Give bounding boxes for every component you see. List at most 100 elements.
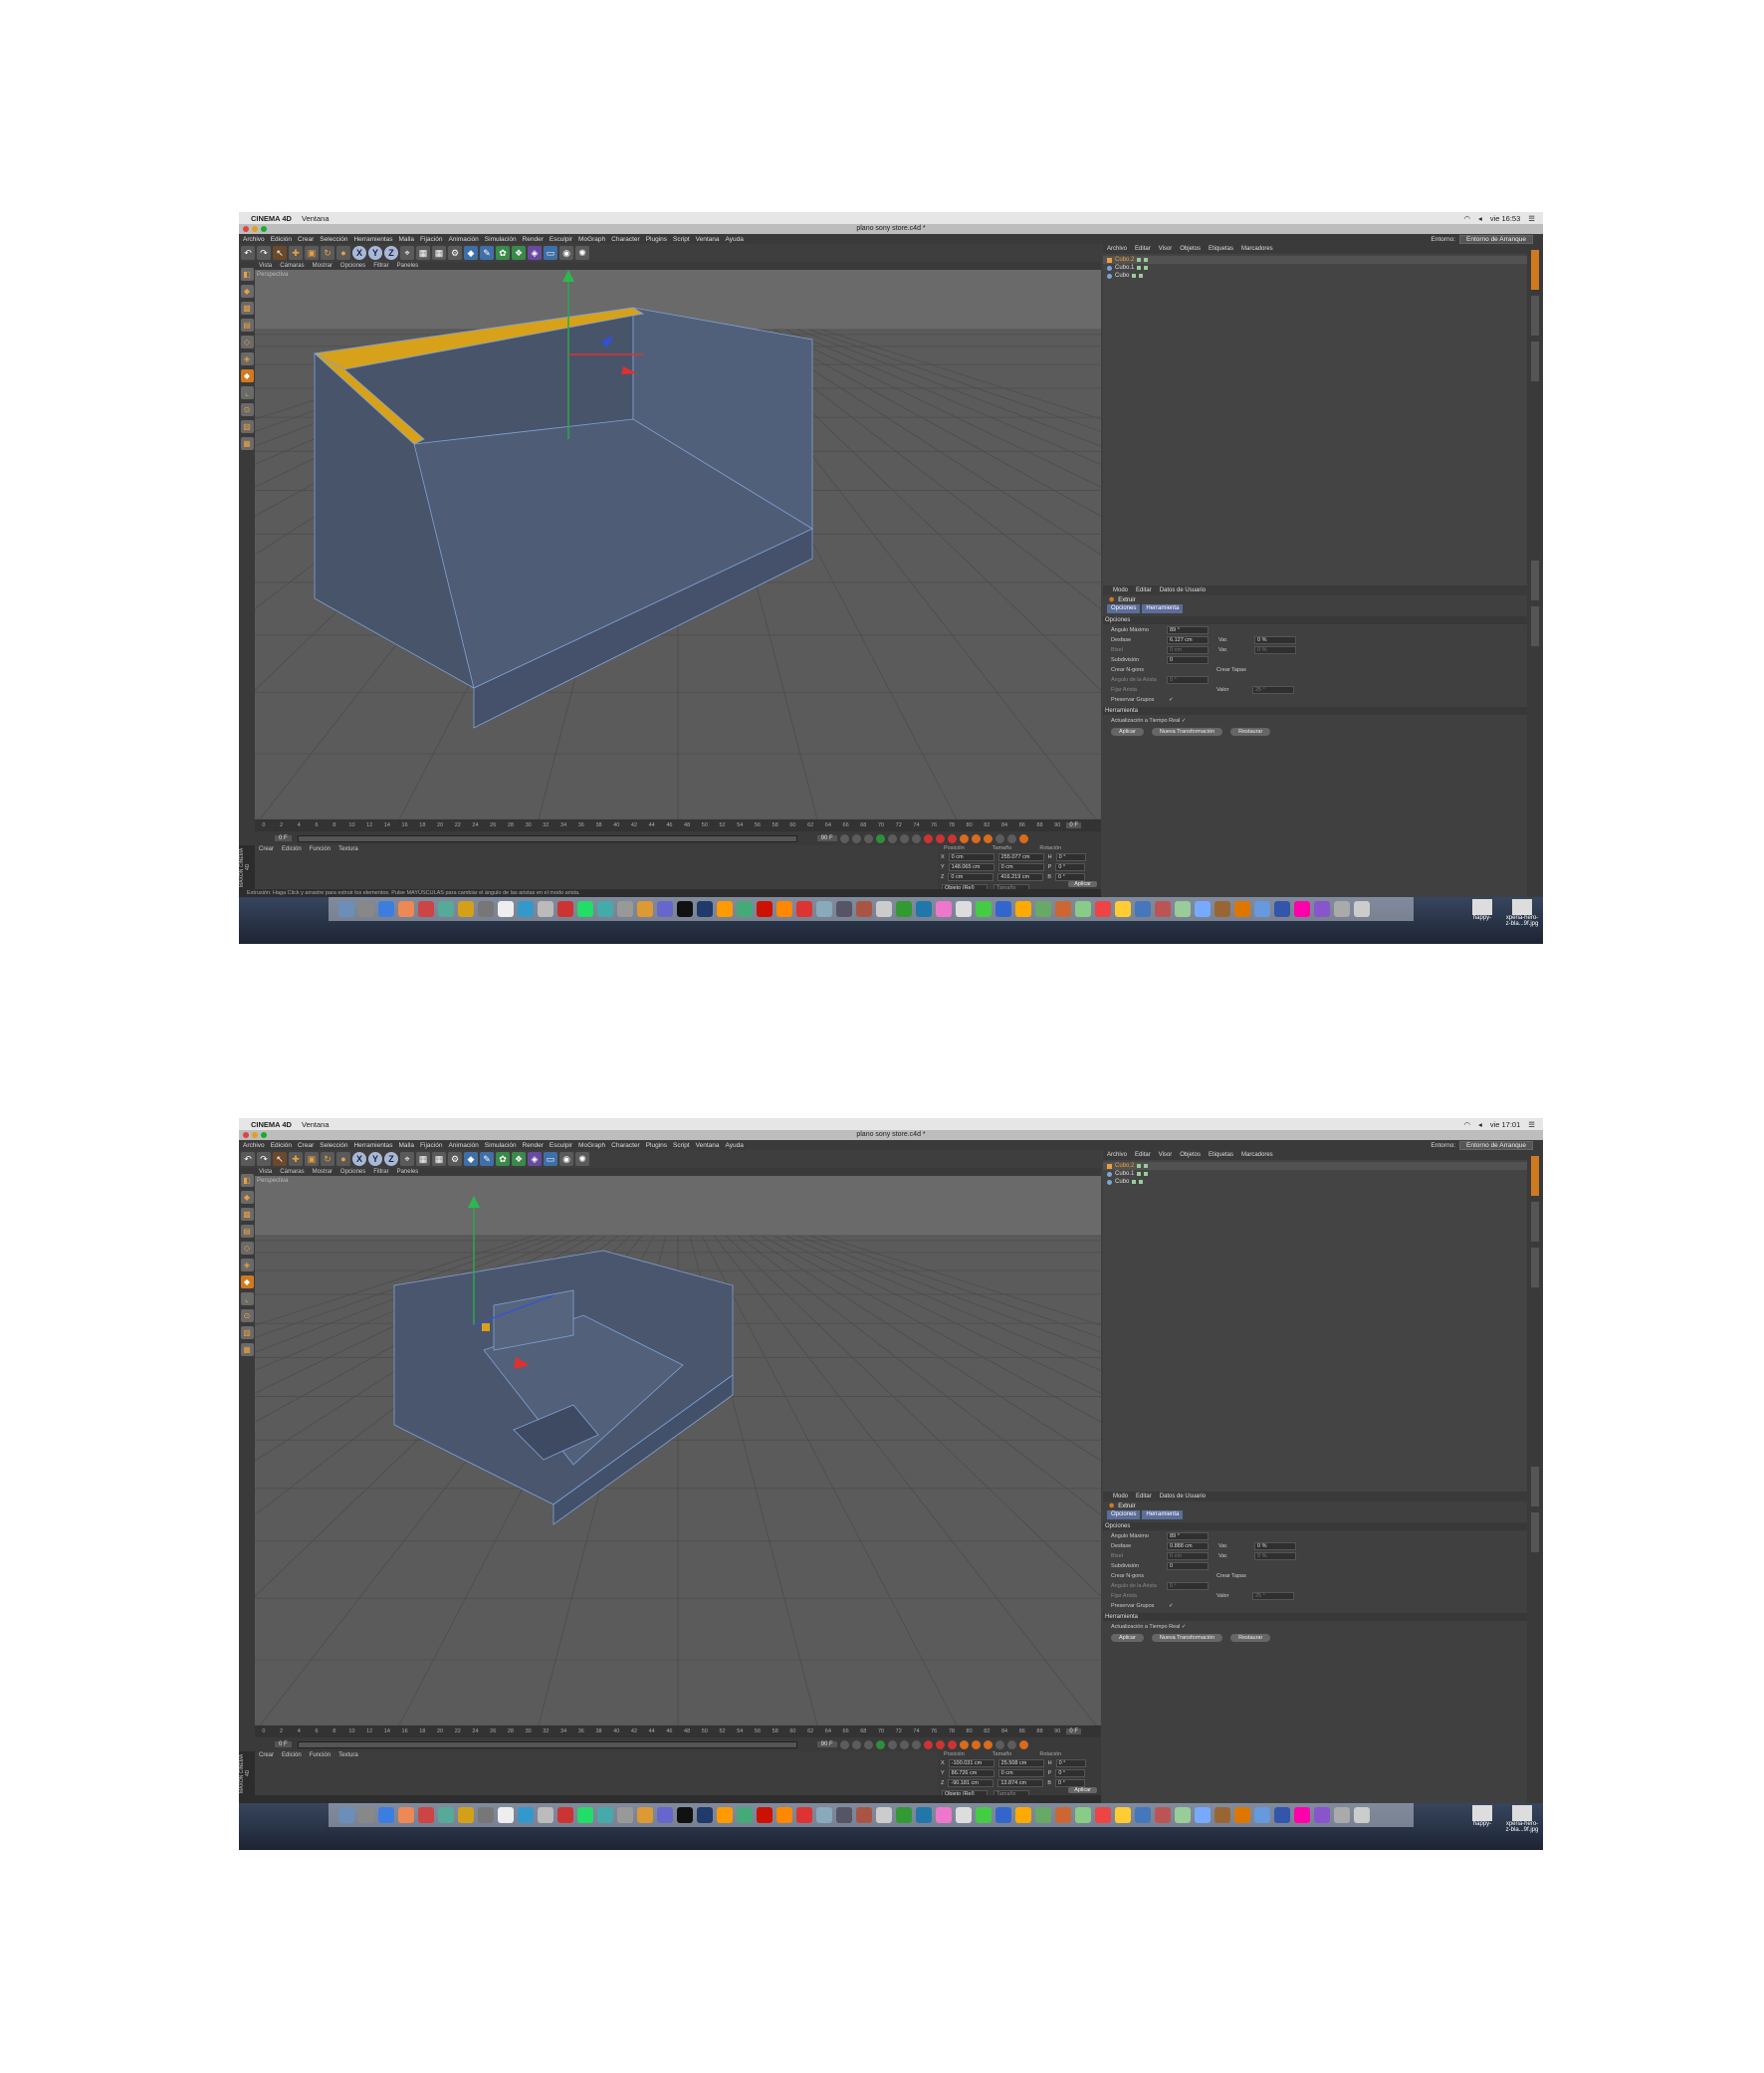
side-tab-objects[interactable] — [1531, 250, 1539, 290]
move-icon[interactable]: ✚ — [289, 246, 303, 260]
next-key-icon[interactable] — [899, 1739, 909, 1749]
close-window-button[interactable] — [243, 226, 249, 232]
attribute-value-field[interactable]: 0 — [1167, 656, 1209, 664]
array-icon[interactable]: ❖ — [512, 246, 526, 260]
dock-app-icon[interactable] — [358, 901, 374, 917]
dock-app-icon[interactable] — [1035, 1807, 1051, 1823]
dock-app-icon[interactable] — [816, 1807, 832, 1823]
close-window-button[interactable] — [243, 1132, 249, 1138]
os-clock[interactable]: vie 17:01 — [1490, 1120, 1520, 1129]
dock-app-icon[interactable] — [1055, 1807, 1071, 1823]
make-editable-icon[interactable]: ◧ — [240, 1174, 254, 1187]
dock-app-icon[interactable] — [498, 901, 514, 917]
desktop-file[interactable]: xperia-hero-z-bla...9f.jpg — [1505, 1805, 1539, 1833]
dock-app-icon[interactable] — [1354, 901, 1370, 917]
dock-app-icon[interactable] — [976, 901, 992, 917]
main-menu-item[interactable]: Render — [523, 1142, 544, 1149]
object-row[interactable]: Cubo.2 — [1103, 256, 1527, 264]
dock-app-icon[interactable] — [1254, 901, 1270, 917]
dock-app-icon[interactable] — [936, 901, 952, 917]
volume-icon[interactable]: ◂ — [1478, 1120, 1482, 1129]
camera-icon[interactable]: ◉ — [559, 246, 573, 260]
side-tab-layer[interactable] — [1531, 606, 1539, 646]
object-name[interactable]: Cubo.1 — [1115, 1171, 1134, 1177]
prev-frame-icon[interactable] — [863, 833, 873, 843]
dock-app-icon[interactable] — [737, 1807, 753, 1823]
next-key-icon[interactable] — [899, 833, 909, 843]
dock-app-icon[interactable] — [577, 1807, 593, 1823]
dock-app-icon[interactable] — [677, 1807, 693, 1823]
param-key-icon[interactable] — [994, 1739, 1004, 1749]
side-tab-attributes[interactable] — [1531, 561, 1539, 600]
timeline-window-icon[interactable] — [1018, 833, 1028, 843]
dock-app-icon[interactable] — [1294, 901, 1310, 917]
dock-app-icon[interactable] — [1354, 1807, 1370, 1823]
attribute-value-field[interactable]: 0.888 cm — [1167, 1542, 1209, 1550]
side-tab-content-browser[interactable] — [1531, 296, 1539, 336]
material-menu-item[interactable]: Edición — [282, 846, 302, 852]
dock-app-icon[interactable] — [597, 901, 613, 917]
quantize-icon[interactable]: ▨ — [240, 420, 254, 433]
record-keys-icon[interactable] — [923, 833, 933, 843]
dock-app-icon[interactable] — [1115, 1807, 1131, 1823]
dock-app-icon[interactable] — [538, 1807, 553, 1823]
autokey-icon[interactable] — [935, 833, 945, 843]
phong-tag-icon[interactable] — [1144, 258, 1149, 262]
dock-app-icon[interactable] — [717, 1807, 733, 1823]
dock-app-icon[interactable] — [1175, 901, 1191, 917]
floor-icon[interactable]: ▭ — [544, 246, 557, 260]
main-menu-item[interactable]: Simulación — [485, 1142, 517, 1149]
select-arrow-icon[interactable]: ↖ — [273, 1152, 287, 1166]
end-frame-field[interactable]: 90 F — [816, 835, 837, 841]
edges-mode-icon[interactable]: ◈ — [240, 352, 254, 365]
dock-app-icon[interactable] — [657, 1807, 673, 1823]
timeline-window-icon[interactable] — [1018, 1739, 1028, 1749]
dock-app-icon[interactable] — [836, 1807, 852, 1823]
main-menu-item[interactable]: Plugins — [646, 1142, 667, 1149]
attribute-value-field[interactable]: 0 — [1167, 1562, 1209, 1570]
coord-position-field[interactable]: 0 cm — [948, 873, 994, 881]
attribute-menu-item[interactable]: Modo — [1113, 1494, 1128, 1499]
coord-rotation-field[interactable]: 0 ° — [1055, 853, 1086, 861]
dock-app-icon[interactable] — [776, 901, 792, 917]
dock-app-icon[interactable] — [956, 1807, 972, 1823]
list-icon[interactable]: ☰ — [1528, 214, 1535, 223]
scale-icon[interactable]: ▣ — [305, 1152, 319, 1166]
side-tab-objects[interactable] — [1531, 1156, 1539, 1196]
object-menu-item[interactable]: Editar — [1135, 1152, 1151, 1158]
dock-app-icon[interactable] — [995, 1807, 1011, 1823]
dock-app-icon[interactable] — [757, 1807, 772, 1823]
wifi-icon[interactable]: ◠ — [1464, 214, 1471, 223]
dock-app-icon[interactable] — [1234, 901, 1250, 917]
attribute-value-field-2[interactable]: 0 % — [1254, 1552, 1296, 1560]
attribute-action-button[interactable]: Nueva Transformación — [1151, 1634, 1223, 1642]
phong-tag-icon[interactable] — [1139, 1180, 1144, 1184]
recent-tool-icon[interactable]: ● — [336, 246, 350, 260]
dock-app-icon[interactable] — [398, 1807, 414, 1823]
undo-icon[interactable]: ↶ — [241, 246, 255, 260]
select-arrow-icon[interactable]: ↖ — [273, 246, 287, 260]
dock-app-icon[interactable] — [617, 1807, 633, 1823]
snap-icon[interactable]: ⊙ — [240, 1309, 254, 1322]
main-menu-item[interactable]: Plugins — [646, 236, 667, 243]
side-tab-layer[interactable] — [1531, 1512, 1539, 1552]
dock-app-icon[interactable] — [637, 1807, 653, 1823]
main-menu-item[interactable]: Crear — [298, 1142, 314, 1149]
attribute-value-field-2[interactable]: 0 % — [1254, 636, 1296, 644]
dock-app-icon[interactable] — [458, 901, 474, 917]
snap-icon[interactable]: ⊙ — [240, 403, 254, 416]
phong-tag-icon[interactable] — [1144, 1172, 1149, 1176]
go-start-icon[interactable] — [839, 833, 849, 843]
main-menu-item[interactable]: Archivo — [243, 236, 265, 243]
attribute-value-field[interactable]: 89 ° — [1167, 1532, 1209, 1540]
dock-app-icon[interactable] — [1135, 901, 1151, 917]
phong-tag-icon[interactable] — [1144, 266, 1149, 270]
tool-section[interactable]: Herramienta — [1103, 1613, 1527, 1621]
array-icon[interactable]: ❖ — [512, 1152, 526, 1166]
object-row[interactable]: Cubo — [1103, 1178, 1527, 1186]
main-menu-item[interactable]: MoGraph — [578, 236, 605, 243]
dock-app-icon[interactable] — [1035, 901, 1051, 917]
main-menu-item[interactable]: Simulación — [485, 236, 517, 243]
object-menu-item[interactable]: Archivo — [1107, 1152, 1127, 1158]
object-row[interactable]: Cubo.1 — [1103, 264, 1527, 272]
